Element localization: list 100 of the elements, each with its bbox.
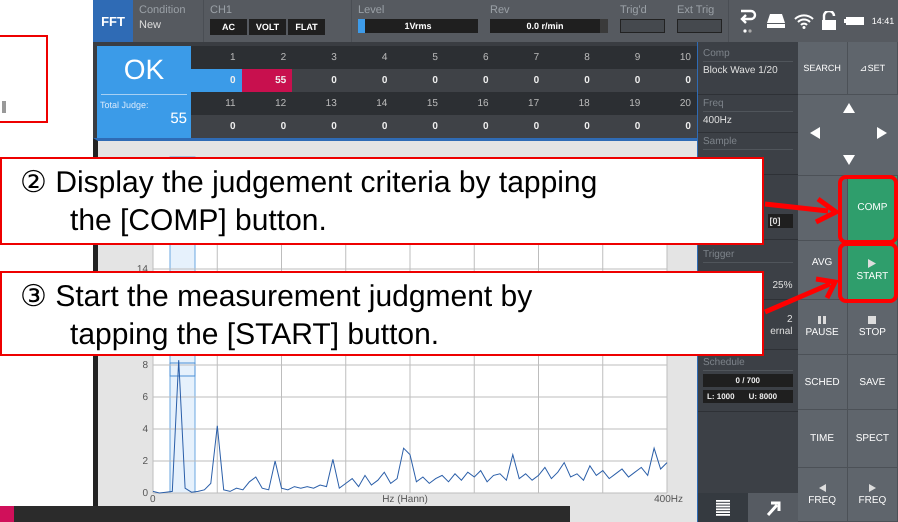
block-count: 0 bbox=[292, 69, 343, 92]
schedule-count: 0 / 700 bbox=[703, 374, 792, 387]
block-number: 20 bbox=[646, 92, 697, 115]
soft-key[interactable]: STOP bbox=[848, 300, 898, 356]
highlight-frame bbox=[838, 175, 898, 244]
block-count: 0 bbox=[292, 115, 343, 138]
setting-value: 2 bbox=[786, 312, 792, 324]
unlock-icon[interactable] bbox=[820, 11, 837, 31]
ext-trig-lamp bbox=[677, 19, 722, 33]
channel-setting: VOLT bbox=[249, 19, 286, 35]
block-number: 12 bbox=[242, 92, 292, 115]
highlight-frame bbox=[838, 242, 898, 303]
block-number: 5 bbox=[393, 46, 444, 69]
total-judge-value: 55 bbox=[169, 110, 188, 127]
soft-key[interactable]: SAVE bbox=[848, 355, 898, 410]
y-tick-label: 8 bbox=[142, 360, 148, 371]
x-tick-label: 0 bbox=[150, 494, 156, 505]
channel-setting: AC bbox=[210, 19, 247, 35]
total-judge-label: Total Judge: bbox=[99, 99, 150, 110]
value-field[interactable]: [0] bbox=[768, 214, 792, 228]
soft-key[interactable]: FREQ bbox=[798, 468, 848, 522]
wifi-icon[interactable] bbox=[794, 13, 814, 29]
block-number: 8 bbox=[545, 46, 596, 69]
comp-label: Comp bbox=[703, 48, 792, 62]
trigger-label: Trigger bbox=[703, 249, 792, 263]
judge-result: OK bbox=[101, 46, 187, 95]
list-button[interactable] bbox=[698, 493, 748, 522]
expand-button[interactable] bbox=[748, 493, 798, 522]
battery-icon bbox=[844, 17, 864, 25]
schedule-lower: L: 1000 bbox=[707, 392, 735, 401]
block-count: 0 bbox=[393, 115, 444, 138]
cut-off-mark bbox=[2, 101, 6, 113]
block-number: 6 bbox=[444, 46, 495, 69]
trigd-lamp bbox=[620, 19, 665, 33]
block-count: 0 bbox=[342, 115, 394, 138]
soft-key[interactable]: PAUSE bbox=[798, 300, 848, 356]
block-number: 18 bbox=[545, 92, 596, 115]
y-tick-label: 0 bbox=[142, 488, 148, 499]
schedule-label: Schedule bbox=[703, 357, 792, 371]
block-number: 9 bbox=[596, 46, 646, 69]
block-count: 0 bbox=[494, 115, 546, 138]
block-number: 19 bbox=[596, 92, 646, 115]
block-count: 0 bbox=[191, 115, 242, 138]
trigger-value: 25% bbox=[771, 279, 792, 291]
schedule-upper: U: 8000 bbox=[748, 392, 778, 401]
block-number: 4 bbox=[342, 46, 394, 69]
block-count: 0 bbox=[444, 69, 495, 92]
soft-key[interactable]: TIME bbox=[798, 410, 848, 468]
y-tick-label: 2 bbox=[142, 456, 148, 467]
block-count: 0 bbox=[596, 115, 646, 138]
block-count: 0 bbox=[494, 69, 546, 92]
sample-label: Sample bbox=[703, 136, 792, 150]
freq-label: Freq bbox=[703, 98, 792, 112]
channel-setting: FLAT bbox=[288, 19, 325, 35]
right-arrow-icon bbox=[868, 484, 876, 492]
block-count: 0 bbox=[242, 115, 292, 138]
soft-key[interactable]: SEARCH bbox=[798, 42, 848, 95]
soft-key[interactable]: ⊿SET bbox=[848, 42, 898, 95]
right-arrow-icon[interactable] bbox=[876, 126, 886, 139]
left-arrow-icon[interactable] bbox=[810, 126, 820, 139]
diagonal-arrow-icon bbox=[764, 500, 781, 516]
block-number: 1 bbox=[191, 46, 242, 69]
block-number: 11 bbox=[191, 92, 242, 115]
mode-button[interactable]: FFT bbox=[93, 0, 133, 42]
play-icon bbox=[868, 258, 876, 268]
soft-key[interactable]: FREQ bbox=[848, 468, 898, 522]
x-axis-label: Hz (Hann) bbox=[382, 494, 428, 505]
block-number: 14 bbox=[342, 92, 394, 115]
block-number: 16 bbox=[444, 92, 495, 115]
block-number: 2 bbox=[242, 46, 292, 69]
x-tick-label: 400Hz bbox=[654, 494, 683, 505]
drive-icon[interactable] bbox=[766, 13, 786, 29]
level-value: 1Vrms bbox=[403, 21, 433, 31]
level-label: Level bbox=[358, 4, 386, 16]
block-count: 0 bbox=[191, 69, 242, 92]
freq-value: 400Hz bbox=[703, 114, 733, 126]
soft-key[interactable]: SCHED bbox=[798, 355, 848, 410]
block-number: 15 bbox=[393, 92, 444, 115]
rev-value: 0.0 r/min bbox=[490, 19, 608, 33]
condition-value: New bbox=[139, 19, 162, 31]
y-tick-label: 4 bbox=[142, 424, 148, 435]
block-count: 0 bbox=[545, 69, 596, 92]
comp-value: Block Wave 1/20 bbox=[703, 64, 779, 76]
block-number: 13 bbox=[292, 92, 343, 115]
setting-value: ernal bbox=[769, 324, 792, 336]
block-count: 0 bbox=[393, 69, 444, 92]
list-icon bbox=[716, 500, 730, 516]
block-count: 55 bbox=[242, 69, 292, 92]
soft-key[interactable]: SPECT bbox=[848, 410, 898, 468]
up-arrow-icon[interactable] bbox=[842, 102, 854, 113]
pause-icon bbox=[818, 316, 826, 324]
block-count: 0 bbox=[342, 69, 394, 92]
block-count: 0 bbox=[545, 115, 596, 138]
trigd-label: Trig'd bbox=[620, 4, 648, 16]
callout-text: ② Display the judgement criteria by tapping the [COMP] button. bbox=[0, 157, 764, 245]
block-number: 3 bbox=[292, 46, 343, 69]
down-arrow-icon[interactable] bbox=[842, 154, 854, 165]
block-count: 0 bbox=[596, 69, 646, 92]
block-number: 17 bbox=[494, 92, 546, 115]
channel-label: CH1 bbox=[210, 4, 234, 16]
